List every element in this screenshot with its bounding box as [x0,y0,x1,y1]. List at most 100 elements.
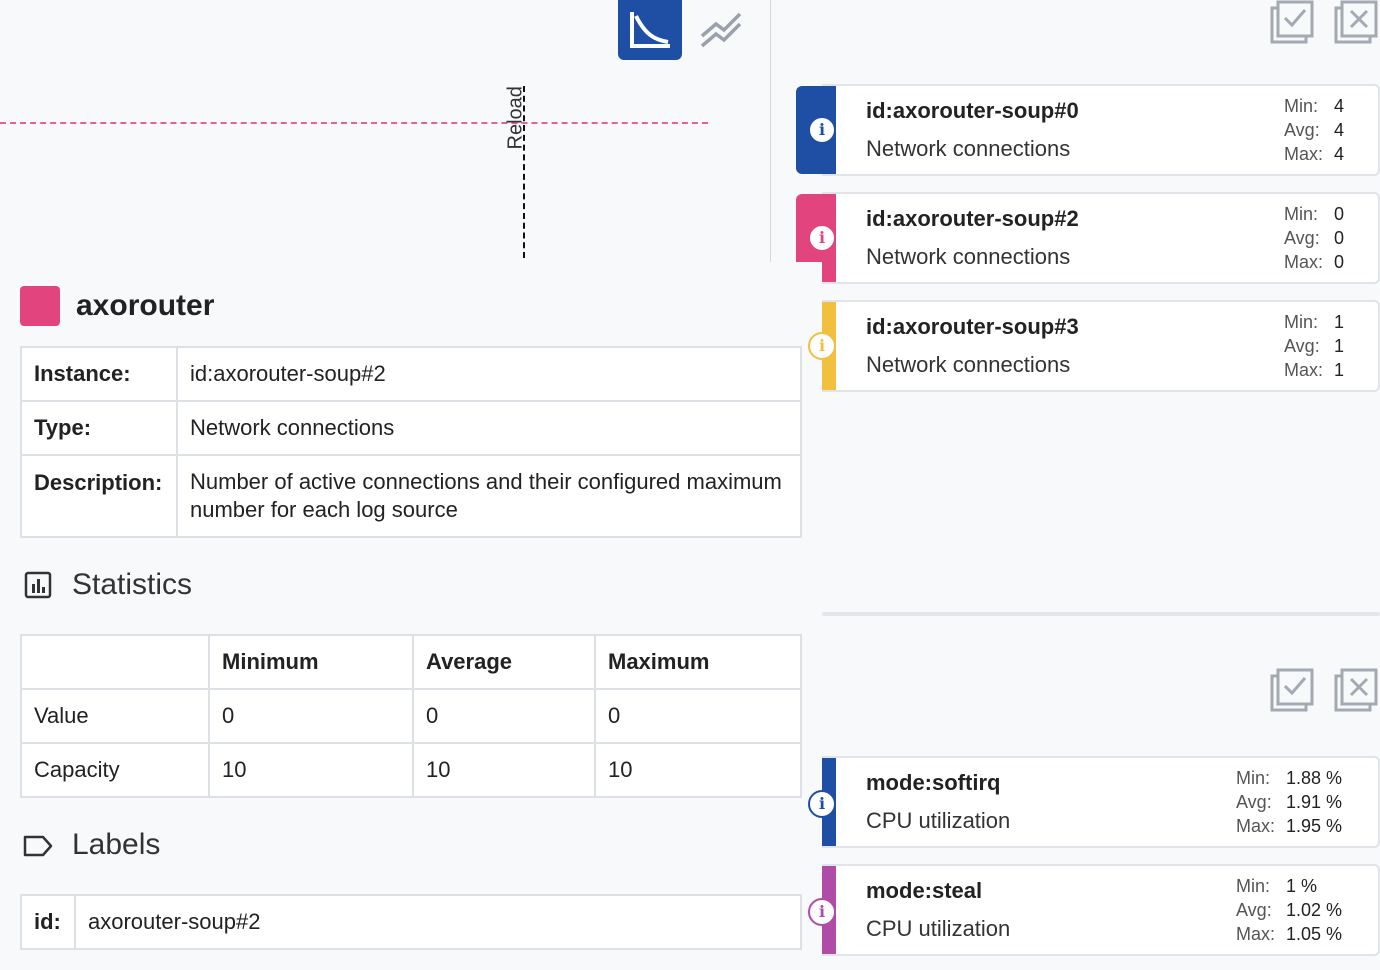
uncheck-all-icon [1334,668,1378,712]
stats-cell: 10 [412,742,596,798]
info-icon[interactable]: i [808,116,836,144]
table-row: Capacity 10 10 10 [20,742,802,798]
avg-label: Avg: [1284,228,1320,248]
avg-label: Avg: [1236,792,1272,812]
series-stats: Min: 1 Avg: 1 Max: 1 [1284,310,1344,382]
table-row: Description: Number of active connection… [20,454,802,538]
check-all-icon [1270,0,1314,44]
series-name: id:axorouter-soup#3 [866,314,1079,339]
label-tag-icon [22,832,54,865]
series-color-swatch [20,286,60,326]
chart-view-button[interactable] [618,0,682,60]
chart-view-icon [630,12,670,48]
table-row: Instance: id:axorouter-soup#2 [20,346,802,402]
stats-cell: 10 [594,742,802,798]
table-row: Value 0 0 0 [20,688,802,744]
stats-header-average: Average [412,634,596,690]
info-icon[interactable]: i [808,224,836,252]
details-table: Instance: id:axorouter-soup#2 Type: Netw… [20,346,802,538]
stats-header-maximum: Maximum [594,634,802,690]
max-value: 1 [1334,360,1345,380]
min-value: 1 % [1286,876,1318,896]
stats-cell: 0 [594,688,802,744]
instance-value: id:axorouter-soup#2 [176,346,802,402]
series-card[interactable]: i mode:steal CPU utilization Min: 1 % Avg… [808,864,1380,956]
clear-all-button[interactable] [1334,668,1378,717]
min-label: Min: [1284,204,1319,224]
stats-cell: Value [20,688,210,744]
statistics-heading: Statistics [72,568,193,601]
instance-label: Instance: [20,346,178,402]
avg-label: Avg: [1284,120,1320,140]
stats-cell: 10 [208,742,414,798]
threshold-line [0,122,708,124]
check-all-icon [1270,668,1314,712]
series-stats: Min: 0 Avg: 0 Max: 0 [1284,202,1344,274]
statistics-icon [24,571,52,604]
stats-cell: 0 [208,688,414,744]
max-label: Max: [1236,924,1276,944]
series-card[interactable]: i id:axorouter-soup#2 Network connection… [796,192,1380,284]
description-value: Number of active connections and their c… [176,454,802,538]
select-all-button[interactable] [1270,0,1314,49]
select-all-button[interactable] [1270,668,1314,717]
series-type: CPU utilization [866,916,1011,941]
label-value: axorouter-soup#2 [74,894,802,950]
series-stats: Min: 4 Avg: 4 Max: 4 [1284,94,1344,166]
avg-value: 4 [1334,120,1345,140]
uncheck-all-icon [1334,0,1378,44]
min-value: 0 [1334,204,1345,224]
info-icon[interactable]: i [808,898,836,926]
max-label: Max: [1284,252,1324,272]
trend-lines-icon [700,12,742,48]
trend-lines-button[interactable] [698,6,746,54]
table-row: Minimum Average Maximum [20,634,802,690]
table-row: id: axorouter-soup#2 [20,894,802,950]
max-value: 1.95 % [1286,816,1343,836]
series-type: Network connections [866,136,1071,161]
min-label: Min: [1236,876,1271,896]
max-value: 4 [1334,144,1345,164]
clear-all-button[interactable] [1334,0,1378,49]
max-label: Max: [1284,360,1324,380]
page-title: axorouter [76,289,215,322]
stats-cell: 0 [412,688,596,744]
panel-divider [770,0,771,262]
max-label: Max: [1236,816,1276,836]
min-value: 4 [1334,96,1345,116]
info-icon[interactable]: i [808,332,836,360]
label-key: id: [20,894,76,950]
table-row: Type: Network connections [20,400,802,456]
reload-marker-label: Reload [504,86,527,150]
series-stats: Min: 1 % Avg: 1.02 % Max: 1.05 % [1236,874,1342,946]
series-name: mode:softirq [866,770,1001,795]
stats-header-minimum: Minimum [208,634,414,690]
series-card[interactable]: i mode:softirq CPU utilization Min: 1.88 … [808,756,1380,848]
avg-value: 1.02 % [1286,900,1343,920]
min-value: 1.88 % [1286,768,1343,788]
series-card[interactable]: i id:axorouter-soup#0 Network connection… [796,84,1380,176]
max-label: Max: [1284,144,1324,164]
avg-value: 1 [1334,336,1345,356]
series-card[interactable]: i id:axorouter-soup#3 Network connection… [808,300,1380,392]
min-label: Min: [1284,312,1319,332]
labels-heading: Labels [72,828,161,861]
info-icon[interactable]: i [808,790,836,818]
series-name: id:axorouter-soup#2 [866,206,1079,231]
labels-table: id: axorouter-soup#2 [20,894,802,950]
avg-value: 1.91 % [1286,792,1343,812]
stats-header-empty [20,634,210,690]
series-type: CPU utilization [866,808,1011,833]
stats-cell: Capacity [20,742,210,798]
series-name: mode:steal [866,878,983,903]
avg-label: Avg: [1284,336,1320,356]
min-label: Min: [1284,96,1319,116]
min-label: Min: [1236,768,1271,788]
type-label: Type: [20,400,178,456]
description-label: Description: [20,454,178,538]
max-value: 1.05 % [1286,924,1343,944]
series-type: Network connections [866,352,1071,377]
series-name: id:axorouter-soup#0 [866,98,1079,123]
avg-value: 0 [1334,228,1345,248]
series-type: Network connections [866,244,1071,269]
